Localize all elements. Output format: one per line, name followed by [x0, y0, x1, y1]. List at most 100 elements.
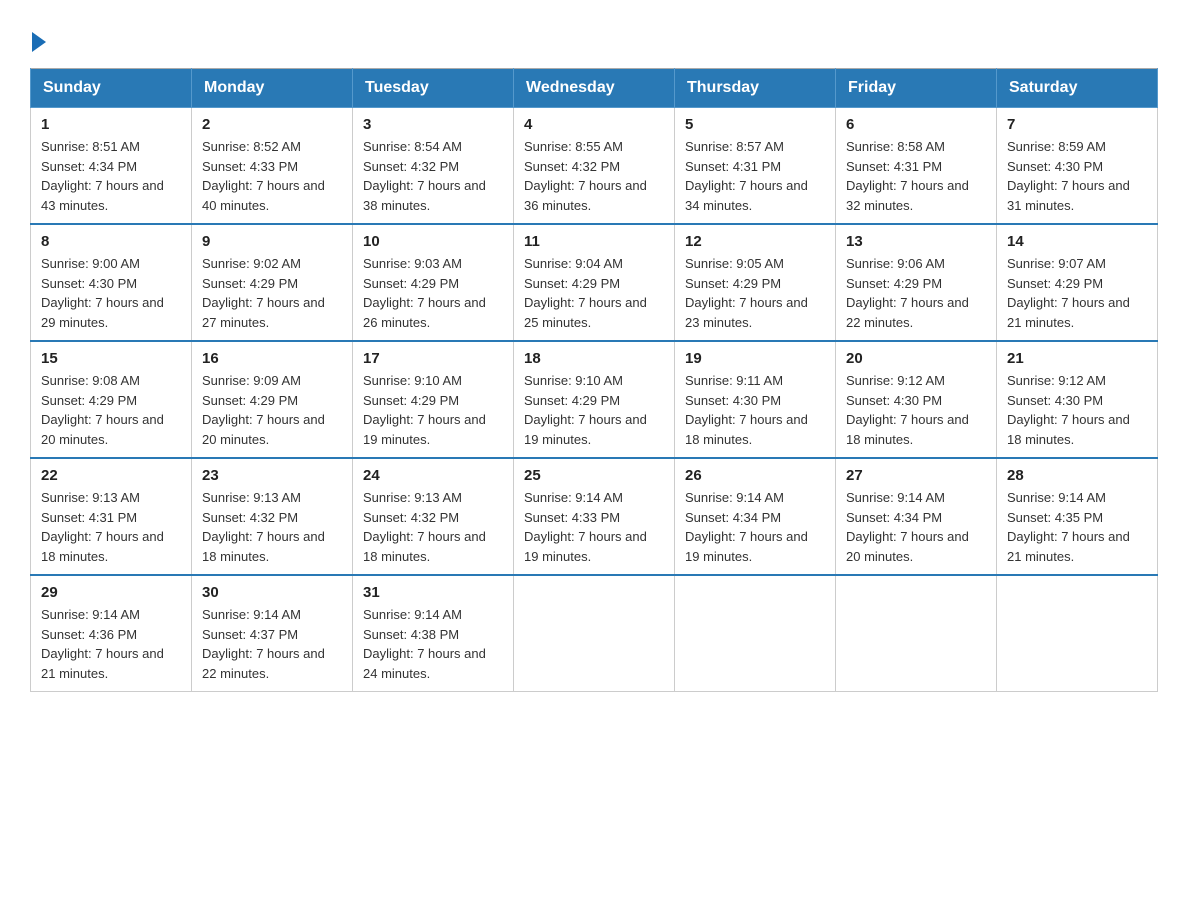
day-number: 15 — [41, 350, 181, 367]
day-number: 16 — [202, 350, 342, 367]
day-number: 10 — [363, 233, 503, 250]
day-number: 24 — [363, 467, 503, 484]
day-info: Sunrise: 9:14 AMSunset: 4:33 PMDaylight:… — [524, 488, 664, 566]
calendar-cell: 9 Sunrise: 9:02 AMSunset: 4:29 PMDaylight… — [192, 224, 353, 341]
day-number: 22 — [41, 467, 181, 484]
day-number: 23 — [202, 467, 342, 484]
day-info: Sunrise: 9:08 AMSunset: 4:29 PMDaylight:… — [41, 371, 181, 449]
calendar-week-row: 15 Sunrise: 9:08 AMSunset: 4:29 PMDayligh… — [31, 341, 1158, 458]
day-info: Sunrise: 9:00 AMSunset: 4:30 PMDaylight:… — [41, 254, 181, 332]
column-header-wednesday: Wednesday — [514, 69, 675, 108]
day-info: Sunrise: 9:12 AMSunset: 4:30 PMDaylight:… — [1007, 371, 1147, 449]
calendar-cell: 2 Sunrise: 8:52 AMSunset: 4:33 PMDaylight… — [192, 108, 353, 225]
calendar-header-row: SundayMondayTuesdayWednesdayThursdayFrid… — [31, 69, 1158, 108]
day-number: 12 — [685, 233, 825, 250]
calendar-table: SundayMondayTuesdayWednesdayThursdayFrid… — [30, 68, 1158, 692]
day-info: Sunrise: 9:14 AMSunset: 4:34 PMDaylight:… — [685, 488, 825, 566]
day-number: 29 — [41, 584, 181, 601]
calendar-cell: 31 Sunrise: 9:14 AMSunset: 4:38 PMDayligh… — [353, 575, 514, 692]
day-number: 21 — [1007, 350, 1147, 367]
calendar-week-row: 22Sunrise: 9:13 AMSunset: 4:31 PMDayligh… — [31, 458, 1158, 575]
column-header-sunday: Sunday — [31, 69, 192, 108]
day-number: 20 — [846, 350, 986, 367]
day-info: Sunrise: 9:10 AMSunset: 4:29 PMDaylight:… — [524, 371, 664, 449]
column-header-monday: Monday — [192, 69, 353, 108]
calendar-cell: 14Sunrise: 9:07 AMSunset: 4:29 PMDayligh… — [997, 224, 1158, 341]
column-header-saturday: Saturday — [997, 69, 1158, 108]
calendar-cell: 12 Sunrise: 9:05 AMSunset: 4:29 PMDayligh… — [675, 224, 836, 341]
logo — [30, 30, 46, 48]
day-number: 17 — [363, 350, 503, 367]
day-info: Sunrise: 9:10 AMSunset: 4:29 PMDaylight:… — [363, 371, 503, 449]
calendar-cell: 24 Sunrise: 9:13 AMSunset: 4:32 PMDayligh… — [353, 458, 514, 575]
page-header — [30, 30, 1158, 48]
day-number: 1 — [41, 116, 181, 133]
day-info: Sunrise: 9:03 AMSunset: 4:29 PMDaylight:… — [363, 254, 503, 332]
day-info: Sunrise: 9:04 AMSunset: 4:29 PMDaylight:… — [524, 254, 664, 332]
logo-arrow-icon — [32, 32, 46, 52]
day-number: 31 — [363, 584, 503, 601]
calendar-cell: 19 Sunrise: 9:11 AMSunset: 4:30 PMDayligh… — [675, 341, 836, 458]
calendar-cell: 15 Sunrise: 9:08 AMSunset: 4:29 PMDayligh… — [31, 341, 192, 458]
calendar-week-row: 8 Sunrise: 9:00 AMSunset: 4:30 PMDaylight… — [31, 224, 1158, 341]
day-info: Sunrise: 9:02 AMSunset: 4:29 PMDaylight:… — [202, 254, 342, 332]
calendar-cell: 4Sunrise: 8:55 AMSunset: 4:32 PMDaylight… — [514, 108, 675, 225]
calendar-cell: 17 Sunrise: 9:10 AMSunset: 4:29 PMDayligh… — [353, 341, 514, 458]
day-info: Sunrise: 8:54 AMSunset: 4:32 PMDaylight:… — [363, 137, 503, 215]
column-header-thursday: Thursday — [675, 69, 836, 108]
day-info: Sunrise: 9:14 AMSunset: 4:36 PMDaylight:… — [41, 605, 181, 683]
day-number: 4 — [524, 116, 664, 133]
day-info: Sunrise: 9:14 AMSunset: 4:37 PMDaylight:… — [202, 605, 342, 683]
day-number: 13 — [846, 233, 986, 250]
day-info: Sunrise: 8:57 AMSunset: 4:31 PMDaylight:… — [685, 137, 825, 215]
calendar-cell: 8 Sunrise: 9:00 AMSunset: 4:30 PMDaylight… — [31, 224, 192, 341]
day-number: 5 — [685, 116, 825, 133]
day-info: Sunrise: 9:14 AMSunset: 4:34 PMDaylight:… — [846, 488, 986, 566]
calendar-week-row: 29 Sunrise: 9:14 AMSunset: 4:36 PMDayligh… — [31, 575, 1158, 692]
day-info: Sunrise: 8:58 AMSunset: 4:31 PMDaylight:… — [846, 137, 986, 215]
column-header-tuesday: Tuesday — [353, 69, 514, 108]
day-number: 25 — [524, 467, 664, 484]
calendar-cell: 6 Sunrise: 8:58 AMSunset: 4:31 PMDaylight… — [836, 108, 997, 225]
day-info: Sunrise: 9:14 AMSunset: 4:35 PMDaylight:… — [1007, 488, 1147, 566]
day-number: 14 — [1007, 233, 1147, 250]
day-number: 2 — [202, 116, 342, 133]
day-info: Sunrise: 9:11 AMSunset: 4:30 PMDaylight:… — [685, 371, 825, 449]
day-number: 9 — [202, 233, 342, 250]
calendar-cell: 11 Sunrise: 9:04 AMSunset: 4:29 PMDayligh… — [514, 224, 675, 341]
day-number: 6 — [846, 116, 986, 133]
calendar-cell: 1Sunrise: 8:51 AMSunset: 4:34 PMDaylight… — [31, 108, 192, 225]
day-number: 7 — [1007, 116, 1147, 133]
calendar-cell: 10 Sunrise: 9:03 AMSunset: 4:29 PMDayligh… — [353, 224, 514, 341]
day-info: Sunrise: 9:06 AMSunset: 4:29 PMDaylight:… — [846, 254, 986, 332]
calendar-cell: 22Sunrise: 9:13 AMSunset: 4:31 PMDayligh… — [31, 458, 192, 575]
day-number: 8 — [41, 233, 181, 250]
day-number: 3 — [363, 116, 503, 133]
calendar-cell: 21 Sunrise: 9:12 AMSunset: 4:30 PMDayligh… — [997, 341, 1158, 458]
calendar-cell: 27Sunrise: 9:14 AMSunset: 4:34 PMDayligh… — [836, 458, 997, 575]
day-info: Sunrise: 8:52 AMSunset: 4:33 PMDaylight:… — [202, 137, 342, 215]
day-number: 26 — [685, 467, 825, 484]
calendar-cell — [836, 575, 997, 692]
day-info: Sunrise: 9:13 AMSunset: 4:32 PMDaylight:… — [363, 488, 503, 566]
day-number: 18 — [524, 350, 664, 367]
day-number: 19 — [685, 350, 825, 367]
calendar-cell: 13 Sunrise: 9:06 AMSunset: 4:29 PMDayligh… — [836, 224, 997, 341]
calendar-cell: 30Sunrise: 9:14 AMSunset: 4:37 PMDayligh… — [192, 575, 353, 692]
day-number: 28 — [1007, 467, 1147, 484]
day-info: Sunrise: 9:05 AMSunset: 4:29 PMDaylight:… — [685, 254, 825, 332]
day-number: 11 — [524, 233, 664, 250]
calendar-cell: 16 Sunrise: 9:09 AMSunset: 4:29 PMDayligh… — [192, 341, 353, 458]
calendar-cell: 3 Sunrise: 8:54 AMSunset: 4:32 PMDaylight… — [353, 108, 514, 225]
calendar-cell — [514, 575, 675, 692]
calendar-cell: 29 Sunrise: 9:14 AMSunset: 4:36 PMDayligh… — [31, 575, 192, 692]
column-header-friday: Friday — [836, 69, 997, 108]
day-info: Sunrise: 9:12 AMSunset: 4:30 PMDaylight:… — [846, 371, 986, 449]
calendar-cell — [675, 575, 836, 692]
day-info: Sunrise: 9:14 AMSunset: 4:38 PMDaylight:… — [363, 605, 503, 683]
calendar-week-row: 1Sunrise: 8:51 AMSunset: 4:34 PMDaylight… — [31, 108, 1158, 225]
day-info: Sunrise: 9:13 AMSunset: 4:32 PMDaylight:… — [202, 488, 342, 566]
calendar-cell: 26 Sunrise: 9:14 AMSunset: 4:34 PMDayligh… — [675, 458, 836, 575]
day-info: Sunrise: 9:09 AMSunset: 4:29 PMDaylight:… — [202, 371, 342, 449]
calendar-cell: 20 Sunrise: 9:12 AMSunset: 4:30 PMDayligh… — [836, 341, 997, 458]
